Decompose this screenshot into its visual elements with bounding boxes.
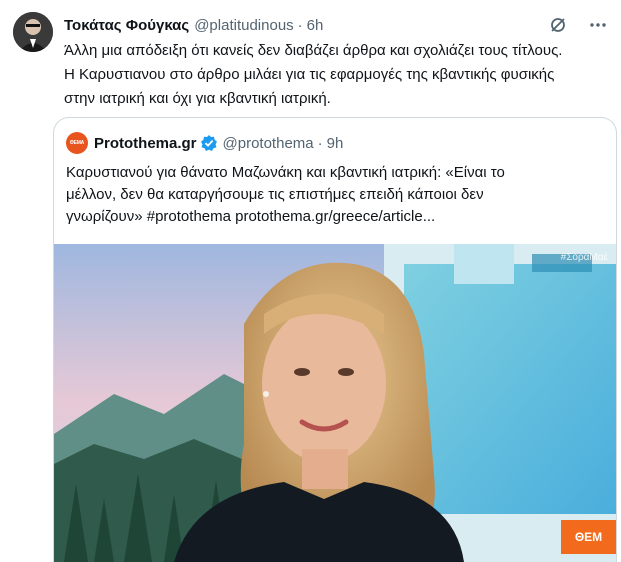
channel-brand-logo: ΘΕΜ xyxy=(561,520,616,554)
author-handle[interactable]: @platitudinous xyxy=(194,17,293,34)
quoted-text-line: Καρυστιανού για θάνατο Μαζωνάκη και κβαν… xyxy=(66,164,505,181)
quoted-author-handle: @protothema xyxy=(222,134,314,152)
tv-studio-photo xyxy=(54,244,616,562)
quoted-text-line: γνωρίζουν» #protothema protothema.gr/gre… xyxy=(66,208,436,225)
quoted-text-line: μέλλον, δεν θα καταργήσουμε τις επιστήμε… xyxy=(66,186,484,203)
separator: · xyxy=(317,134,323,152)
tweet-text: Άλλη μια απόδειξη ότι κανείς δεν διαβάζε… xyxy=(64,39,614,111)
tweet-time[interactable]: 6h xyxy=(307,17,324,34)
tweet-text-line: στην ιατρική και όχι για κβαντική ιατρικ… xyxy=(64,90,331,107)
author-name[interactable]: Τοκάτας Φούγκας xyxy=(64,17,189,34)
quoted-tweet-header: ΘΕΜΑ Protothema.gr @protothema · 9h xyxy=(66,132,343,154)
tweet-header: Τοκάτας Φούγκας @platitudinous · 6h xyxy=(64,14,609,36)
quoted-author-logo: ΘΕΜΑ xyxy=(66,132,88,154)
quoted-tweet[interactable]: ΘΕΜΑ Protothema.gr @protothema · 9h Καρυ… xyxy=(53,117,617,562)
tv-hashtag-badge: #ΣοραΜαέ xyxy=(560,252,608,263)
quoted-author-name: Protothema.gr xyxy=(94,134,197,152)
tweet-text-line: Άλλη μια απόδειξη ότι κανείς δεν διαβάζε… xyxy=(64,42,563,59)
verified-badge-icon xyxy=(200,134,218,152)
separator: · xyxy=(297,16,303,34)
quoted-tweet-image[interactable]: #ΣοραΜαέ ΘΕΜ xyxy=(54,244,616,562)
avatar-image xyxy=(13,12,53,52)
author-avatar[interactable] xyxy=(13,12,53,52)
quoted-tweet-text: Καρυστιανού για θάνατο Μαζωνάκη και κβαν… xyxy=(66,162,606,228)
grok-icon[interactable] xyxy=(547,14,569,36)
tweet-text-line: Η Καρυστιανου στο άρθρο μιλάει για τις ε… xyxy=(64,66,555,83)
more-horizontal-icon[interactable] xyxy=(587,14,609,36)
quoted-tweet-time: 9h xyxy=(326,134,344,152)
